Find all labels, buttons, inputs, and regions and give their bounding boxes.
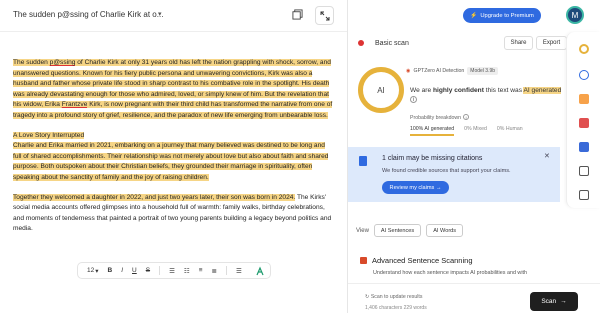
model-badge: Model 3.9b — [467, 67, 499, 75]
prob-human: 0% Human — [496, 126, 523, 132]
list-icon[interactable] — [579, 190, 589, 200]
verdict-pre: We are — [410, 87, 433, 94]
document-icon — [359, 156, 367, 166]
document-paragraph[interactable]: A Love Story Interrupted Charlie and Erik… — [13, 131, 333, 184]
bullet-list-icon[interactable]: ☷ — [184, 267, 190, 275]
scan-header: Basic scan Share Export — [348, 32, 600, 56]
verdict-mid: this text was — [483, 87, 524, 94]
adv-title: Advanced Sentence Scanning — [372, 256, 473, 265]
italic-button[interactable]: I — [121, 267, 123, 274]
underline-button[interactable]: U — [132, 267, 137, 274]
character-count: 1,406 characters 229 words — [365, 305, 427, 311]
review-label: Review my claims — [389, 184, 435, 191]
ai-score-ring: AI — [358, 67, 404, 113]
ai-rewrite-button[interactable] — [250, 262, 269, 279]
scan-label: Scan — [541, 298, 557, 305]
ai-words-chip[interactable]: AI Words — [426, 224, 464, 237]
notes-icon[interactable] — [579, 166, 589, 176]
font-size-select[interactable]: 12 — [87, 267, 94, 274]
heading-icon[interactable]: ≣ — [212, 267, 217, 275]
prob-mixed: 0% Mixed — [464, 126, 487, 132]
scan-panel: ⚡ Upgrade to Premium M Basic scan Share … — [347, 0, 600, 313]
detector-info: ◉ GPTZero AI Detection Model 3.9b — [406, 67, 499, 75]
divider — [225, 266, 227, 275]
lightning-icon: ⚡ — [470, 12, 478, 19]
upgrade-label: Upgrade to Premium — [480, 12, 534, 19]
text-segment: Frantzve — [61, 101, 88, 109]
document-paragraph[interactable]: The sudden p@ssing of Charlie Kirk at on… — [13, 58, 333, 122]
close-icon[interactable]: ✕ — [544, 152, 550, 160]
bold-button[interactable]: B — [108, 267, 113, 274]
gptzero-logo-icon[interactable] — [579, 44, 589, 54]
scan-button[interactable]: Scan → — [530, 292, 578, 311]
ai-sentences-chip[interactable]: AI Sentences — [373, 224, 422, 237]
review-claims-button[interactable]: Review my claims → — [382, 181, 449, 194]
prob-ai: 100% AI generated — [410, 126, 455, 136]
verdict-confidence: highly confident — [432, 87, 484, 94]
adv-subtitle: Understand how each sentence impacts AI … — [373, 270, 528, 276]
pdf-icon[interactable] — [579, 118, 589, 128]
text-segment: Charlie and Erika married in 2021, embar… — [13, 142, 329, 181]
detector-name: GPTZero AI Detection — [413, 68, 465, 74]
side-rail — [566, 32, 600, 208]
refresh-icon: ↻ — [365, 294, 370, 300]
ordered-list-icon[interactable]: ☰ — [169, 267, 175, 275]
scan-update-note: ↻ Scan to update results — [365, 294, 422, 300]
claim-subtitle: We found credible sources that support y… — [382, 168, 511, 174]
text-segment: p@ssing — [49, 59, 76, 66]
scan-icon — [360, 257, 367, 264]
strikethrough-button[interactable]: S — [146, 267, 150, 274]
scan-title: Basic scan — [375, 40, 409, 47]
verdict-text: We are highly confident this text was AI… — [410, 86, 570, 104]
gptzero-icon: ◉ — [406, 68, 411, 74]
text-segment: Together they welcomed a daughter in 202… — [13, 193, 296, 201]
avatar[interactable]: M — [566, 6, 584, 24]
verdict-label: AI generated — [523, 87, 562, 94]
advanced-scanning-header[interactable]: Advanced Sentence Scanning — [360, 256, 473, 265]
arrow-right-icon: → — [435, 184, 442, 191]
expand-button[interactable] — [315, 6, 334, 25]
sparkle-icon — [255, 265, 264, 275]
scan-update-text: Scan to update results — [370, 294, 423, 300]
text-segment: A Love Story Interrupted — [13, 131, 85, 139]
info-icon[interactable]: i — [410, 96, 417, 103]
text-size-icon[interactable]: ☰ — [236, 267, 242, 275]
refresh-icon[interactable] — [579, 70, 589, 80]
document-body[interactable]: The sudden p@ssing of Charlie Kirk at on… — [13, 58, 333, 244]
export-button[interactable]: Export — [536, 36, 567, 50]
divider — [159, 266, 161, 275]
probability-label: Probability breakdown i — [410, 114, 470, 121]
arrow-right-icon: → — [560, 298, 567, 305]
document-title[interactable]: The sudden p@ssing of Charlie Kirk at o.… — [13, 10, 163, 19]
editor-topbar: The sudden p@ssing of Charlie Kirk at o.… — [0, 0, 347, 32]
format-toolbar: 12 ▾ B I U S ☰ ☷ ≡ ≣ ☰ — [77, 262, 271, 279]
ring-label: AI — [377, 85, 385, 95]
prob-label-text: Probability breakdown — [410, 115, 462, 121]
document-paragraph[interactable]: Together they welcomed a daughter in 202… — [13, 193, 333, 235]
chevron-down-icon[interactable]: ▾ — [95, 267, 98, 275]
citation-banner: 1 claim may be missing citations We foun… — [348, 147, 560, 202]
share-button[interactable]: Share — [504, 36, 533, 50]
status-dot — [358, 40, 364, 46]
copy-icon[interactable] — [292, 9, 303, 20]
citation-icon[interactable] — [579, 142, 589, 152]
info-icon[interactable]: i — [463, 114, 470, 120]
text-segment: The sudden — [13, 59, 50, 66]
align-icon[interactable]: ≡ — [199, 267, 203, 274]
document-check-icon[interactable] — [579, 94, 589, 104]
scan-footer: ↻ Scan to update results 1,406 character… — [348, 283, 600, 313]
chevron-down-icon[interactable]: ▾ — [158, 10, 162, 18]
upgrade-button[interactable]: ⚡ Upgrade to Premium — [463, 8, 541, 23]
view-label: View — [356, 227, 369, 234]
probability-breakdown: 100% AI generated 0% Mixed 0% Human — [410, 126, 523, 136]
editor-pane: The sudden p@ssing of Charlie Kirk at o.… — [0, 0, 347, 313]
view-toggle: View AI Sentences AI Words — [356, 224, 464, 237]
app: The sudden p@ssing of Charlie Kirk at o.… — [0, 0, 600, 313]
expand-icon — [320, 11, 329, 20]
claim-title: 1 claim may be missing citations — [382, 155, 483, 162]
